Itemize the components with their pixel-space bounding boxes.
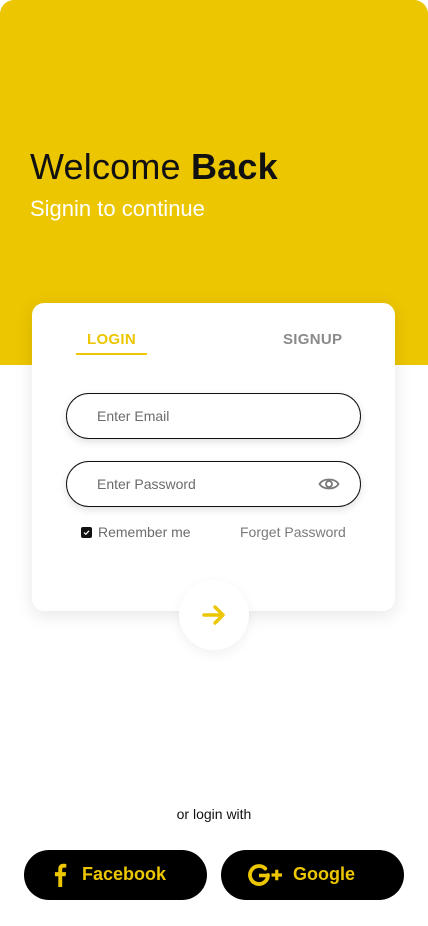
or-login-with-label: or login with <box>176 806 252 822</box>
active-tab-indicator <box>76 353 147 355</box>
forget-password-link[interactable]: Forget Password <box>240 524 346 540</box>
google-plus-icon <box>248 864 282 886</box>
welcome-title: Welcome Back <box>30 146 278 188</box>
email-input[interactable] <box>97 394 307 437</box>
welcome-subtitle: Signin to continue <box>30 196 205 221</box>
login-card: LOGIN SIGNUP Remember me Forget Password <box>32 303 395 611</box>
checkbox-checked-icon[interactable] <box>81 526 92 538</box>
password-field[interactable] <box>66 461 361 507</box>
email-field[interactable] <box>66 393 361 439</box>
submit-button[interactable] <box>179 580 249 650</box>
eye-icon[interactable] <box>318 474 340 494</box>
google-label: Google <box>293 864 355 884</box>
facebook-icon <box>54 863 67 887</box>
arrow-right-icon <box>202 605 225 625</box>
login-screen: Welcome Back Signin to continue LOGIN SI… <box>0 0 428 926</box>
remember-me-checkbox[interactable]: Remember me <box>81 524 191 540</box>
tab-signup[interactable]: SIGNUP <box>283 331 342 348</box>
password-input[interactable] <box>97 462 307 505</box>
remember-me-label: Remember me <box>98 524 191 540</box>
welcome-text: Welcome <box>30 146 191 187</box>
facebook-login-button[interactable]: Facebook <box>24 850 207 900</box>
google-login-button[interactable]: Google <box>221 850 404 900</box>
facebook-label: Facebook <box>82 864 167 884</box>
welcome-bold-text: Back <box>190 146 278 187</box>
tab-login[interactable]: LOGIN <box>87 331 136 348</box>
